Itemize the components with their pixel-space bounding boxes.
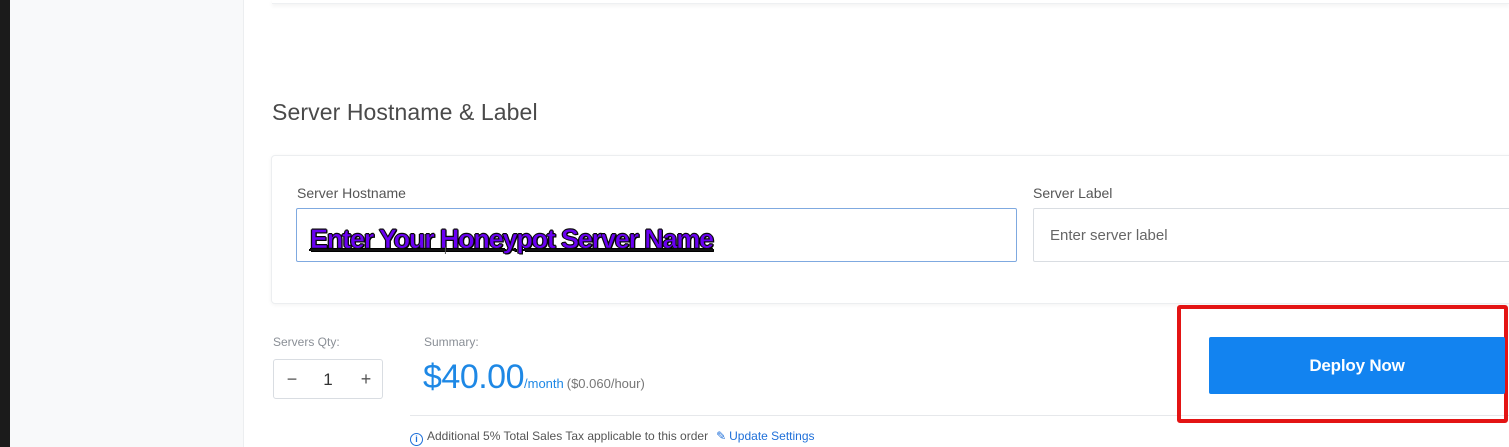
server-label-label: Server Label [1033,185,1113,201]
hostname-label-card: Server Hostname Enter Your Honeypot Serv… [271,155,1509,304]
monthly-price: $40.00 [423,358,525,396]
info-icon: i [410,433,423,446]
summary-label: Summary: [424,335,479,349]
text-cursor-icon: I [444,246,447,257]
quantity-value[interactable]: 1 [316,370,340,390]
tax-note-text: Additional 5% Total Sales Tax applicable… [427,429,709,443]
update-settings-link[interactable]: Update Settings [729,429,814,443]
pencil-icon[interactable]: ✎ [716,429,726,443]
tax-note: i Additional 5% Total Sales Tax applicabl… [410,429,815,446]
quantity-stepper: − 1 + [273,359,383,399]
deploy-now-button[interactable]: Deploy Now [1209,337,1505,394]
left-sidebar-panel [10,0,243,447]
section-title: Server Hostname & Label [272,99,538,125]
server-label-input[interactable] [1033,208,1509,262]
previous-section-card [272,0,1509,4]
server-hostname-label: Server Hostname [297,185,406,201]
price-summary: $40.00/month ($0.060/hour) [423,358,645,397]
window-edge [0,0,10,447]
decrement-button[interactable]: − [280,368,304,392]
hourly-price: ($0.060/hour) [566,376,645,391]
tutorial-overlay-text: Enter Your Honeypot Server Name [310,224,715,255]
price-period: /month [524,376,564,391]
servers-qty-label: Servers Qty: [273,335,340,349]
increment-button[interactable]: + [354,368,378,392]
